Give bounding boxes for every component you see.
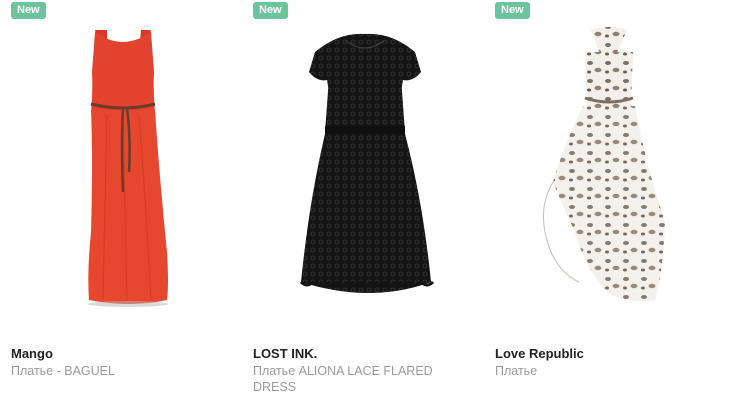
product-description[interactable]: Платье bbox=[495, 363, 695, 379]
product-brand[interactable]: Love Republic bbox=[495, 346, 584, 361]
new-badge: New bbox=[253, 2, 288, 19]
product-card[interactable]: New bbox=[495, 0, 710, 403]
product-description[interactable]: Платье - BAGUEL bbox=[11, 363, 211, 379]
product-brand[interactable]: LOST INK. bbox=[253, 346, 317, 361]
leopard-dress-image bbox=[542, 27, 665, 301]
product-description[interactable]: Платье ALIONA LACE FLARED DRESS bbox=[253, 363, 453, 395]
product-card[interactable]: New bbox=[253, 0, 468, 403]
product-image[interactable] bbox=[11, 22, 226, 322]
product-card[interactable]: New Mango Платье - BAGUEL bbox=[11, 0, 226, 403]
product-grid: New Mango Платье - BAGUEL New LOST INK. … bbox=[0, 0, 730, 403]
red-dress-image bbox=[88, 30, 168, 307]
black-lace-dress-image bbox=[299, 33, 435, 293]
product-image[interactable] bbox=[495, 22, 710, 322]
product-image[interactable] bbox=[253, 22, 468, 322]
new-badge: New bbox=[495, 2, 530, 19]
product-brand[interactable]: Mango bbox=[11, 346, 53, 361]
new-badge: New bbox=[11, 2, 46, 19]
